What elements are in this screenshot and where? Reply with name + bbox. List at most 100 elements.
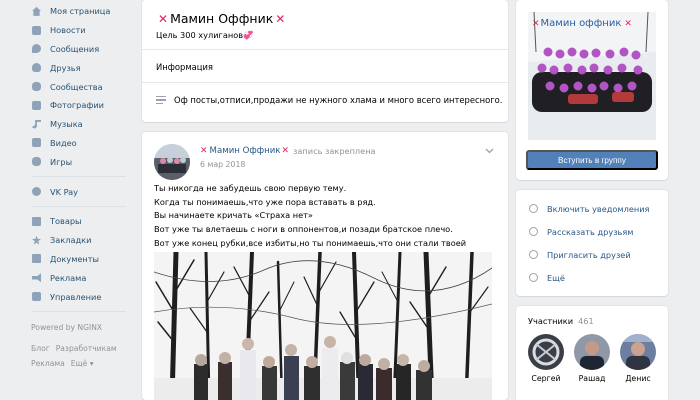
group-title: ✕ Мамин Оффник ✕ — [156, 11, 287, 26]
winter-forest-photo — [154, 252, 492, 400]
member-item[interactable]: Рашад — [572, 334, 612, 383]
footer-link-developers[interactable]: Разработчикам — [56, 344, 117, 353]
invite-friends-action[interactable]: Пригласить друзей — [528, 249, 631, 260]
bookmarks-icon — [31, 235, 42, 246]
post-date[interactable]: 6 мар 2018 — [200, 160, 245, 169]
sidebar-item-label: Закладки — [50, 235, 92, 246]
member-avatar — [528, 334, 564, 370]
members-card: Участники 461 Сергей Рашад Денис — [516, 306, 668, 400]
games-icon — [31, 156, 42, 167]
post-author-avatar[interactable] — [154, 144, 190, 180]
pinned-label: запись закреплена — [293, 146, 376, 156]
member-item[interactable]: Сергей — [526, 334, 566, 383]
sidebar-item-ads[interactable]: Реклама — [31, 268, 132, 287]
share-icon — [528, 226, 539, 237]
sidebar-item-manage[interactable]: Управление — [31, 287, 132, 306]
post-author-name[interactable]: Мамин Оффник — [210, 146, 281, 156]
sidebar-item-label: Моя страница — [50, 6, 111, 17]
group-status: Цель 300 хулиганов💞 — [156, 30, 254, 40]
home-icon — [31, 6, 42, 17]
vkpay-icon — [31, 186, 42, 197]
footer-link-more[interactable]: Ещё ▾ — [71, 359, 94, 368]
sidebar-item-bookmarks[interactable]: Закладки — [31, 231, 132, 250]
action-label: Пригласить друзей — [547, 249, 631, 260]
sidebar-item-goods[interactable]: Товары — [31, 212, 132, 231]
post-line: Ты никогда не забудешь свою первую тему. — [154, 183, 347, 193]
communities-icon — [31, 81, 42, 92]
news-icon — [31, 25, 42, 36]
sidebar-item-photos[interactable]: Фотографии — [31, 96, 132, 115]
manage-icon — [31, 291, 42, 302]
friends-icon — [31, 62, 42, 73]
group-header-card: ✕ Мамин Оффник ✕ Цель 300 хулиганов💞 Инф… — [142, 0, 508, 122]
info-title: Информация — [156, 62, 213, 72]
cross-mark-icon: ✕ — [624, 18, 632, 29]
members-title: Участники — [528, 316, 574, 326]
invite-icon — [528, 249, 539, 260]
group-description: Оф посты,отписи,продажи не нужного хлама… — [174, 95, 503, 105]
member-item[interactable]: Денис — [618, 334, 658, 383]
more-icon — [528, 272, 539, 283]
sidebar-item-my-page[interactable]: Моя страница — [31, 2, 132, 21]
post-photo[interactable] — [154, 252, 492, 400]
sidebar-item-label: Реклама — [50, 272, 87, 283]
action-label: Ещё — [547, 272, 565, 283]
goods-icon — [31, 216, 42, 227]
sidebar-item-video[interactable]: Видео — [31, 134, 132, 153]
avatar-image — [154, 144, 190, 180]
sidebar-footer: Powered by NGINX Блог Разработчикам Рекла… — [31, 320, 132, 371]
cross-mark-icon: ✕ — [532, 18, 540, 29]
post-line: Вы начинаете кричать «Страха нет» — [154, 210, 313, 221]
group-cover-photo[interactable]: ✕ Мамин оффник ✕ — [528, 12, 656, 140]
cover-caption: ✕ Мамин оффник ✕ — [532, 18, 632, 29]
video-icon — [31, 137, 42, 148]
sidebar-item-messages[interactable]: Сообщения — [31, 40, 132, 59]
sidebar-item-label: Видео — [50, 137, 77, 148]
description-icon — [156, 96, 166, 104]
sidebar-item-label: Друзья — [50, 62, 81, 73]
action-label: Рассказать друзьям — [547, 226, 634, 237]
member-avatar — [620, 334, 656, 370]
sidebar-item-music[interactable]: Музыка — [31, 115, 132, 134]
sidebar-item-games[interactable]: Игры — [31, 152, 132, 171]
ads-icon — [31, 272, 42, 283]
music-icon — [31, 119, 42, 130]
tell-friends-action[interactable]: Рассказать друзьям — [528, 226, 633, 237]
group-name: Мамин Оффник — [170, 11, 274, 26]
divider — [142, 49, 508, 50]
sidebar-item-label: Сообщества — [50, 81, 103, 92]
footer-link-ads[interactable]: Реклама — [31, 359, 65, 368]
members-count: 461 — [578, 316, 594, 326]
sidebar-item-communities[interactable]: Сообщества — [31, 77, 132, 96]
cross-mark-icon: ✕ — [158, 11, 169, 26]
sidebar-divider — [31, 176, 126, 178]
sidebar-item-documents[interactable]: Документы — [31, 250, 132, 269]
sidebar-item-label: Сообщения — [50, 43, 100, 54]
sidebar-divider — [31, 205, 126, 207]
sidebar-item-vkpay[interactable]: VK Pay — [31, 182, 132, 201]
members-header[interactable]: Участники 461 — [528, 316, 594, 326]
sidebar-divider — [31, 310, 126, 312]
divider — [142, 82, 508, 83]
sidebar-item-label: Музыка — [50, 119, 83, 130]
pinned-post: ✕ Мамин Оффник ✕ запись закреплена 6 мар… — [142, 132, 508, 400]
messages-icon — [31, 43, 42, 54]
group-cover-card: ✕ Мамин оффник ✕ Вступить в группу — [516, 0, 668, 180]
chevron-down-icon[interactable] — [485, 148, 494, 154]
sidebar-item-friends[interactable]: Друзья — [31, 58, 132, 77]
enable-notifications-action[interactable]: Включить уведомления — [528, 203, 649, 214]
sidebar-item-news[interactable]: Новости — [31, 21, 132, 40]
more-action[interactable]: Ещё — [528, 272, 565, 283]
post-line: Когда ты понимаешь,что уже пора вставать… — [154, 196, 376, 207]
member-name: Денис — [625, 374, 651, 383]
footer-link-blog[interactable]: Блог — [31, 344, 50, 353]
sidebar-item-label: Товары — [50, 216, 82, 227]
sidebar-item-label: Игры — [50, 156, 73, 167]
post-author-line: ✕ Мамин Оффник ✕ запись закреплена — [200, 146, 376, 156]
cross-mark-icon: ✕ — [200, 146, 208, 156]
group-actions-card: Включить уведомления Рассказать друзьям … — [516, 190, 668, 296]
member-name: Сергей — [531, 374, 561, 383]
post-line: Вот уже ты влетаешь с ноги в оппонентов,… — [154, 224, 453, 235]
join-group-button[interactable]: Вступить в группу — [526, 150, 658, 170]
cross-mark-icon: ✕ — [275, 11, 286, 26]
